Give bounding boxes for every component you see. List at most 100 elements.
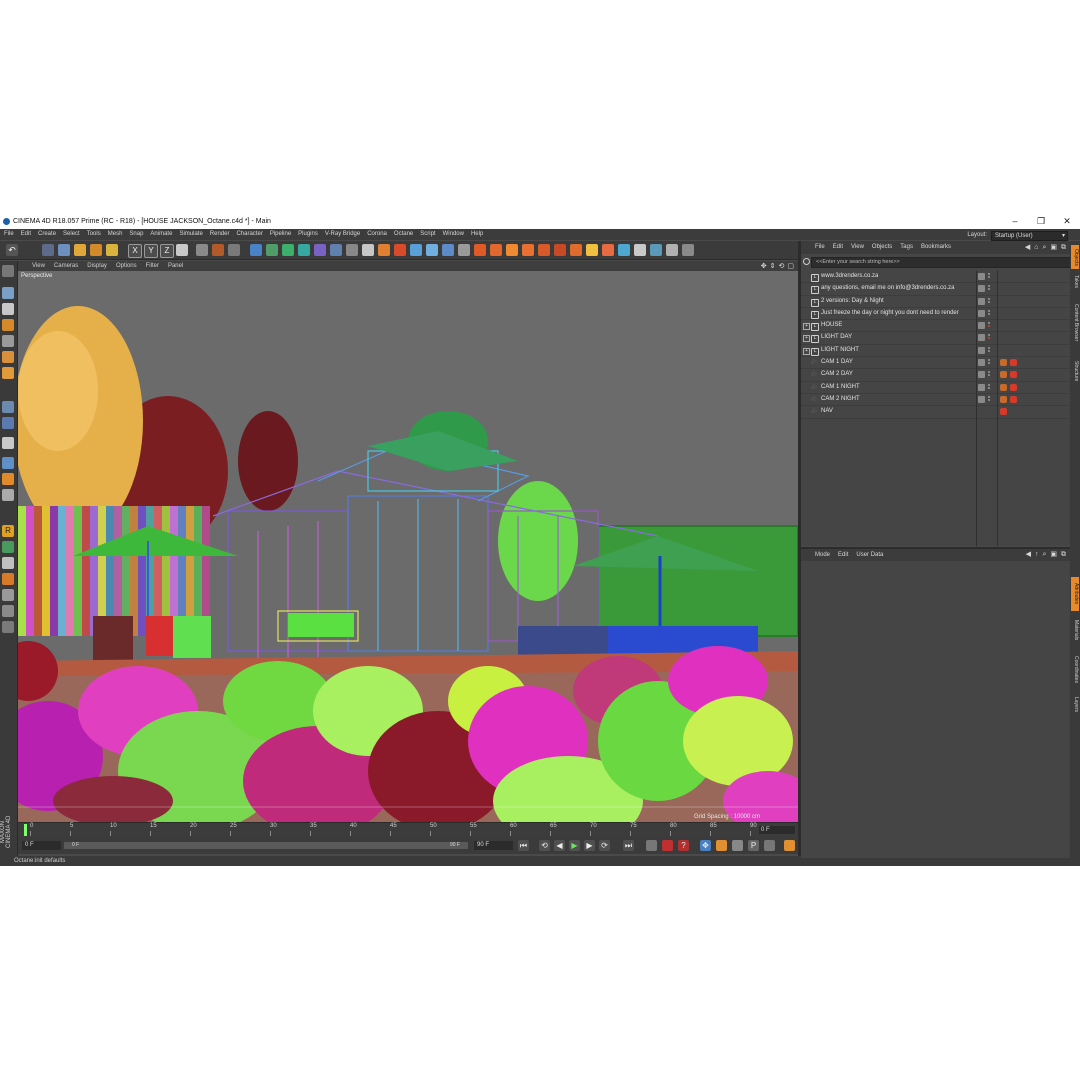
menu-pipeline[interactable]: Pipeline [270, 229, 291, 240]
workplane-icon[interactable] [2, 319, 14, 331]
cube-icon[interactable] [250, 244, 262, 256]
recent-tool-icon[interactable] [106, 244, 118, 256]
layer-visibility-icon[interactable] [978, 383, 985, 391]
viewport-menu-display[interactable]: Display [87, 261, 107, 271]
tweak-icon[interactable] [2, 417, 14, 429]
locked-workplane-icon[interactable] [2, 473, 14, 485]
menu-render[interactable]: Render [210, 229, 230, 240]
object-row[interactable]: L 2 versions: Day & Night [801, 296, 1070, 308]
layer-visibility-icon[interactable] [978, 346, 985, 354]
menu-script[interactable]: Script [420, 229, 435, 240]
go-to-start-icon[interactable]: ⏮ [518, 840, 529, 851]
object-row[interactable]: L www.3drenders.co.za [801, 271, 1070, 284]
redshift-icon[interactable]: R [2, 525, 14, 537]
om-menu-edit[interactable]: Edit [833, 241, 843, 254]
undo-icon[interactable]: ↶ [6, 244, 18, 256]
viewport-menu-filter[interactable]: Filter [146, 261, 159, 271]
rotation-key-icon[interactable] [732, 840, 743, 851]
corona-sun-icon[interactable] [506, 244, 518, 256]
am-menu-mode[interactable]: Mode [815, 549, 830, 561]
layer-visibility-icon[interactable] [978, 395, 985, 403]
tab-content-browser[interactable]: Content Browser [1071, 295, 1079, 351]
layer-visibility-icon[interactable] [978, 273, 985, 280]
octane-texture-icon[interactable] [410, 244, 422, 256]
corona-proxy-icon[interactable] [538, 244, 550, 256]
scale-key-icon[interactable] [716, 840, 727, 851]
subdivision-icon[interactable] [282, 244, 294, 256]
script-icon[interactable] [666, 244, 678, 256]
object-row[interactable]: + L LIGHT DAY [801, 332, 1070, 345]
polygons-mode-icon[interactable] [2, 367, 14, 379]
coordinate-system-icon[interactable] [176, 244, 188, 256]
tab-layers[interactable]: Layers [1071, 693, 1079, 717]
object-row[interactable]: 🎥 NAV [801, 406, 1070, 419]
protection-tag-icon[interactable] [1000, 359, 1007, 367]
expand-icon[interactable]: + [803, 323, 810, 331]
vray-light-icon[interactable] [618, 244, 630, 256]
range-slider[interactable]: 0 F 90 F [64, 842, 468, 849]
am-lock-icon[interactable]: ▣ [1050, 549, 1057, 561]
layer-visibility-icon[interactable] [978, 297, 985, 305]
tab-structure[interactable]: Structure [1071, 355, 1079, 387]
sculpt-icon[interactable] [2, 541, 14, 553]
parameter-key-icon[interactable]: P [748, 840, 759, 851]
editor-render-dots[interactable] [988, 309, 990, 317]
object-row[interactable]: + L HOUSE [801, 320, 1070, 333]
soft-selection-icon[interactable] [2, 437, 14, 449]
om-home-icon[interactable]: ⌂ [1034, 241, 1038, 254]
am-menu-edit[interactable]: Edit [838, 549, 848, 561]
guide-icon[interactable] [2, 605, 14, 617]
editor-render-dots[interactable] [988, 322, 990, 329]
editor-render-dots[interactable] [988, 334, 990, 341]
layout-dropdown[interactable]: Startup (User) [991, 230, 1068, 241]
end-frame-field[interactable]: 90 F [474, 841, 513, 850]
timeline-window-icon[interactable] [784, 840, 795, 851]
pen-spline-icon[interactable] [266, 244, 278, 256]
next-frame-icon[interactable]: ▶ [584, 840, 595, 851]
edges-mode-icon[interactable] [2, 351, 14, 363]
start-frame-field[interactable]: 0 F [22, 841, 61, 850]
scale-icon[interactable] [74, 244, 86, 256]
camera-tag-icon[interactable] [1010, 371, 1017, 379]
floor-icon[interactable] [330, 244, 342, 256]
viewport-menu-cameras[interactable]: Cameras [54, 261, 78, 271]
layer-visibility-icon[interactable] [978, 371, 985, 379]
menu-character[interactable]: Character [236, 229, 262, 240]
corona-render-icon[interactable] [474, 244, 486, 256]
x-axis-icon[interactable]: X [128, 244, 142, 258]
viewport-menu-view[interactable]: View [32, 261, 45, 271]
timeline-playhead[interactable] [24, 824, 27, 836]
protection-tag-icon[interactable] [1000, 395, 1007, 403]
am-search-icon[interactable]: ⌕ [1042, 549, 1046, 561]
autokey-icon[interactable] [646, 840, 657, 851]
om-menu-file[interactable]: File [815, 241, 825, 254]
editor-render-dots[interactable] [988, 285, 990, 292]
camera-tool-icon[interactable] [346, 244, 358, 256]
editor-render-dots[interactable] [988, 371, 990, 378]
layer-visibility-icon[interactable] [978, 322, 985, 330]
protection-tag-icon[interactable] [1000, 371, 1007, 379]
octane-environment-icon[interactable] [426, 244, 438, 256]
make-editable-icon[interactable] [2, 265, 14, 277]
menu-snap[interactable]: Snap [129, 229, 143, 240]
octane-live-viewer-icon[interactable] [378, 244, 390, 256]
menu-plugins[interactable]: Plugins [298, 229, 318, 240]
menu-edit[interactable]: Edit [21, 229, 31, 240]
corona-camera-icon[interactable] [554, 244, 566, 256]
layer-visibility-icon[interactable] [978, 359, 985, 367]
expand-icon[interactable]: + [803, 335, 810, 343]
camera-tag-icon[interactable] [1000, 408, 1007, 416]
camera-tag-icon[interactable] [1010, 359, 1017, 367]
menu-animate[interactable]: Animate [150, 229, 172, 240]
object-row[interactable]: 🎥 CAM 1 DAY [801, 357, 1070, 370]
editor-render-dots[interactable] [988, 359, 990, 366]
octane-material-icon[interactable] [394, 244, 406, 256]
object-row[interactable]: + L LIGHT NIGHT [801, 345, 1070, 358]
viewport-menu-panel[interactable]: Panel [168, 261, 183, 271]
previous-key-icon[interactable]: ⟲ [539, 840, 550, 851]
planar-workplane-icon[interactable] [2, 489, 14, 501]
camera-tag-icon[interactable] [1010, 395, 1017, 403]
menu-mesh[interactable]: Mesh [108, 229, 123, 240]
menu-create[interactable]: Create [38, 229, 56, 240]
current-frame-field[interactable]: 0 F [759, 826, 795, 834]
